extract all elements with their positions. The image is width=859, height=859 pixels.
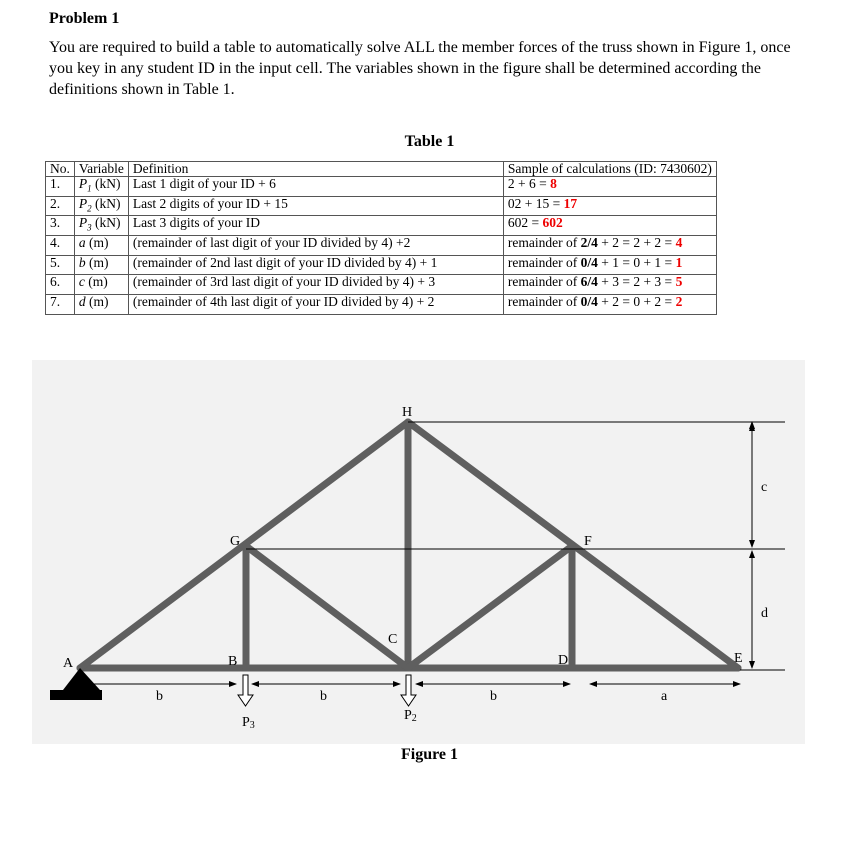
node-label-D: D [558, 653, 568, 668]
row-no: 3. [45, 215, 75, 237]
node-label-F: F [584, 534, 592, 549]
dim-label-b1: b [156, 689, 163, 704]
row-sample: 602 = 602 [502, 215, 717, 237]
table-row: 6. c (m) (remainder of 3rd last digit of… [45, 274, 717, 296]
table-row: 4. a (m) (remainder of last digit of you… [45, 235, 717, 256]
figure-caption: Figure 1 [400, 746, 459, 763]
row-definition: (remainder of 3rd last digit of your ID … [127, 274, 504, 296]
load-label-P2: P2 [404, 708, 417, 724]
table-row: 2. P2 (kN) Last 2 digits of your ID + 15… [45, 195, 717, 217]
definitions-table: No. Variable Definition Sample of calcul… [45, 161, 717, 315]
row-definition: Last 3 digits of your ID [127, 215, 504, 237]
table-row: 3. P3 (kN) Last 3 digits of your ID 602 … [45, 215, 717, 237]
result-value: 4 [675, 235, 683, 251]
node-label-G: G [230, 534, 240, 549]
truss-diagram: A B C D E F G H b b b a c d P3 P2 [50, 405, 785, 731]
row-variable: P2 (kN) [73, 195, 129, 217]
dim-label-a: a [661, 689, 668, 704]
row-sample: 02 + 15 = 17 [502, 195, 717, 217]
row-definition: (remainder of 2nd last digit of your ID … [127, 254, 504, 276]
row-no: 4. [45, 235, 75, 256]
header-definition: Definition [127, 161, 504, 177]
member-GC [242, 542, 412, 672]
node-label-B: B [228, 654, 237, 669]
row-definition: (remainder of 4th last digit of your ID … [127, 294, 504, 315]
row-no: 5. [45, 254, 75, 276]
row-variable: c (m) [73, 274, 129, 296]
problem-description: You are required to build a table to aut… [49, 39, 791, 98]
pin-support-icon [50, 668, 102, 700]
dim-label-c: c [761, 480, 767, 495]
result-value: 1 [675, 254, 683, 270]
table-row: 1. P1 (kN) Last 1 digit of your ID + 6 2… [45, 176, 717, 197]
row-sample: 2 + 6 = 8 [502, 176, 717, 197]
problem-title: Problem 1 [49, 10, 120, 27]
row-variable: a (m) [73, 235, 129, 256]
table-row: 5. b (m) (remainder of 2nd last digit of… [45, 254, 717, 276]
header-variable: Variable [73, 161, 129, 177]
truss-figure: A B C D E F G H b b b a c d P3 P2 [32, 360, 805, 744]
row-variable: d (m) [73, 294, 129, 315]
load-label-P3: P3 [242, 715, 255, 731]
truss-members [76, 418, 742, 672]
row-definition: (remainder of last digit of your ID divi… [127, 235, 504, 256]
table-title: Table 1 [404, 133, 455, 150]
row-no: 2. [45, 195, 75, 217]
node-label-C: C [388, 632, 397, 647]
node-label-A: A [63, 656, 74, 671]
member-FC [404, 542, 576, 672]
result-value: 2 [675, 294, 683, 310]
dim-label-b2: b [320, 689, 327, 704]
row-definition: Last 1 digit of your ID + 6 [127, 176, 504, 197]
row-sample: remainder of 2/4 + 2 = 2 + 2 = 4 [502, 235, 717, 256]
dim-label-b3: b [490, 689, 497, 704]
dim-label-d: d [761, 606, 768, 621]
row-sample: remainder of 0/4 + 1 = 0 + 1 = 1 [502, 254, 717, 276]
row-no: 7. [45, 294, 75, 315]
row-sample: remainder of 0/4 + 2 = 0 + 2 = 2 [502, 294, 717, 315]
table-row: 7. d (m) (remainder of 4th last digit of… [45, 294, 717, 315]
row-variable: b (m) [73, 254, 129, 276]
row-variable: P3 (kN) [73, 215, 129, 237]
row-no: 1. [45, 176, 75, 197]
load-arrow-P2 [400, 674, 417, 707]
result-value: 8 [550, 176, 557, 191]
header-sample: Sample of calculations (ID: 7430602) [502, 161, 717, 177]
row-sample: remainder of 6/4 + 3 = 2 + 3 = 5 [502, 274, 717, 296]
load-arrows [237, 674, 417, 707]
result-value: 5 [675, 274, 683, 290]
node-label-E: E [734, 651, 743, 666]
table-header-row: No. Variable Definition Sample of calcul… [45, 161, 717, 177]
load-arrow-P3 [237, 674, 254, 707]
result-value: 602 [542, 215, 563, 231]
row-variable: P1 (kN) [73, 176, 129, 197]
row-no: 6. [45, 274, 75, 296]
result-value: 17 [563, 195, 578, 211]
node-label-H: H [402, 405, 412, 420]
row-definition: Last 2 digits of your ID + 15 [127, 195, 504, 217]
header-no: No. [45, 161, 75, 177]
